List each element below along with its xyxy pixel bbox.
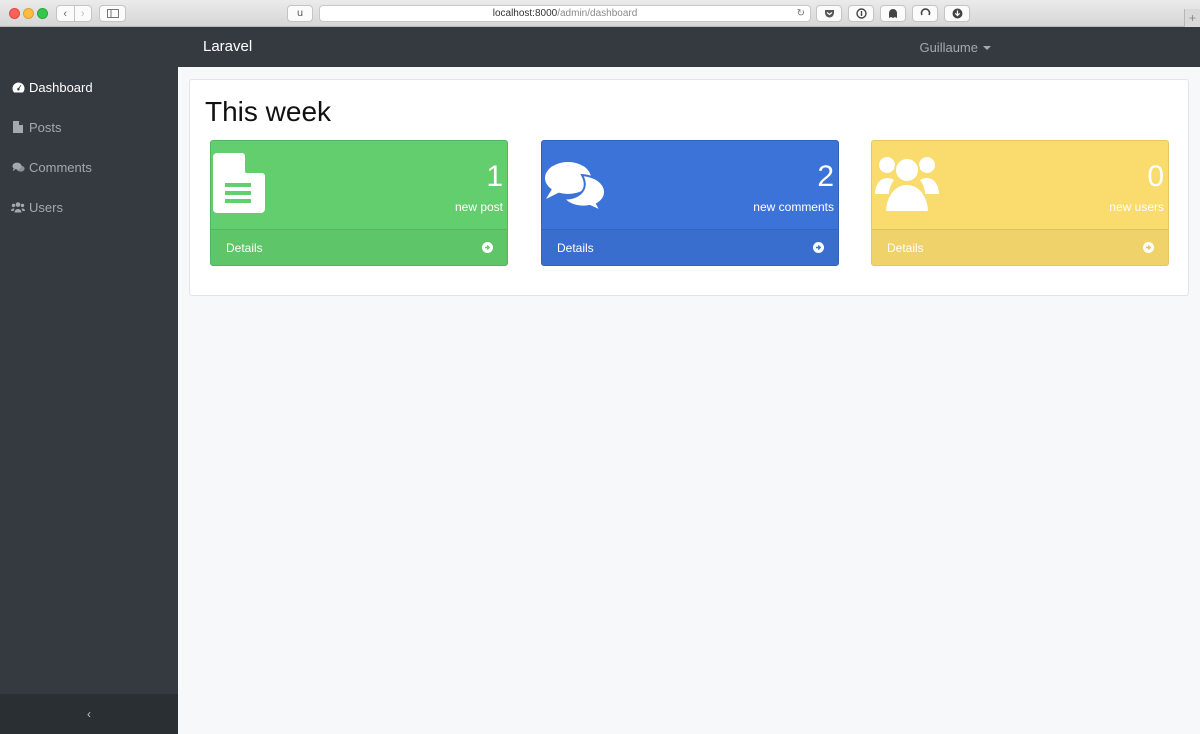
new-tab-button[interactable]: + (1184, 9, 1200, 27)
stat-count: 0 (1147, 160, 1164, 193)
reload-icon[interactable]: ↻ (797, 6, 805, 21)
minimize-window-button[interactable] (23, 8, 34, 19)
file-icon (213, 153, 265, 218)
user-dropdown[interactable]: Guillaume (919, 40, 991, 55)
close-window-button[interactable] (9, 8, 20, 19)
arrow-circle-right-icon (482, 242, 493, 253)
page-title: This week (205, 96, 332, 127)
url-host: localhost:8000 (492, 8, 558, 19)
stat-card-users: 0 new users Details (871, 140, 1169, 266)
stat-card-comments: 2 new comments Details (541, 140, 839, 266)
file-icon (11, 120, 25, 134)
onepassword-icon (855, 8, 867, 19)
extension-button[interactable]: u (287, 5, 313, 22)
brand-link[interactable]: Laravel (203, 38, 252, 55)
history-nav: ‹ › (56, 5, 92, 22)
sidebar-item-dashboard[interactable]: Dashboard (0, 67, 178, 107)
back-button[interactable]: ‹ (57, 6, 75, 21)
stat-count: 2 (817, 160, 834, 193)
sidebar-item-label: Comments (29, 159, 92, 175)
pocket-icon (824, 9, 834, 17)
comments-icon (544, 161, 607, 216)
downloads-button[interactable] (944, 5, 970, 22)
users-icon (875, 154, 939, 219)
top-navbar: Laravel Guillaume (178, 27, 1200, 67)
sync-icon (920, 8, 930, 16)
chevron-left-icon: ‹ (87, 707, 91, 721)
dashboard-card: This week 1 new post Details 2 new comme… (189, 79, 1189, 296)
details-label: Details (226, 240, 263, 255)
zoom-window-button[interactable] (37, 8, 48, 19)
sidebar: Dashboard Posts Comments Users ‹ (0, 27, 178, 734)
sidebar-item-posts[interactable]: Posts (0, 107, 178, 147)
stat-label: new comments (753, 200, 834, 214)
arrow-circle-right-icon (1143, 242, 1154, 253)
stat-label: new post (454, 200, 503, 214)
onepassword-button[interactable] (848, 5, 874, 22)
sidebar-collapse-button[interactable]: ‹ (0, 694, 178, 734)
stat-label: new users (1109, 200, 1164, 214)
sidebar-item-label: Users (29, 199, 63, 215)
details-label: Details (887, 240, 924, 255)
ghostery-button[interactable] (880, 5, 906, 22)
arrow-circle-right-icon (813, 242, 824, 253)
comments-icon (11, 160, 25, 174)
details-link[interactable]: Details (542, 229, 838, 265)
sync-button[interactable] (912, 5, 938, 22)
user-name: Guillaume (919, 40, 978, 55)
sidebar-item-users[interactable]: Users (0, 187, 178, 227)
stat-card-posts: 1 new post Details (210, 140, 508, 266)
sidebar-icon (106, 9, 119, 18)
browser-toolbar: ‹ › u localhost:8000/admin/dashboard ↻ + (0, 0, 1200, 27)
address-bar[interactable]: localhost:8000/admin/dashboard ↻ (319, 5, 811, 22)
caret-down-icon (983, 45, 991, 50)
sidebar-item-label: Posts (29, 119, 62, 135)
stat-count: 1 (486, 160, 503, 193)
details-label: Details (557, 240, 594, 255)
users-icon (11, 200, 25, 214)
ghost-icon (889, 9, 897, 18)
details-link[interactable]: Details (872, 229, 1168, 265)
pocket-button[interactable] (816, 5, 842, 22)
url-path: /admin/dashboard (557, 8, 638, 19)
sidebar-item-label: Dashboard (29, 79, 93, 95)
sidebar-toggle-button[interactable] (99, 5, 126, 22)
dashboard-icon (11, 80, 25, 94)
sidebar-item-comments[interactable]: Comments (0, 147, 178, 187)
details-link[interactable]: Details (211, 229, 507, 265)
forward-button[interactable]: › (75, 6, 92, 21)
download-icon (952, 8, 962, 19)
